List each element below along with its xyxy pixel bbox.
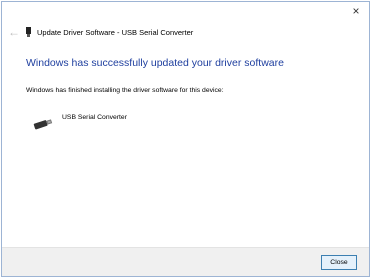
back-arrow-icon[interactable]: ← <box>8 25 20 39</box>
dialog-footer: Close <box>2 247 369 276</box>
usb-device-icon <box>33 119 53 130</box>
driver-update-dialog: × ← Update Driver Software - USB Serial … <box>1 1 370 277</box>
device-entry: USB Serial Converter <box>32 112 127 131</box>
dialog-title: Update Driver Software - USB Serial Conv… <box>37 27 194 37</box>
dialog-title-row: Update Driver Software - USB Serial Conv… <box>26 26 193 38</box>
device-name: USB Serial Converter <box>62 114 127 121</box>
close-icon[interactable]: × <box>349 4 363 18</box>
usb-plug-icon <box>26 27 31 37</box>
install-status-text: Windows has finished installing the driv… <box>26 87 224 94</box>
success-headline: Windows has successfully updated your dr… <box>26 57 284 69</box>
close-button[interactable]: Close <box>321 255 357 270</box>
